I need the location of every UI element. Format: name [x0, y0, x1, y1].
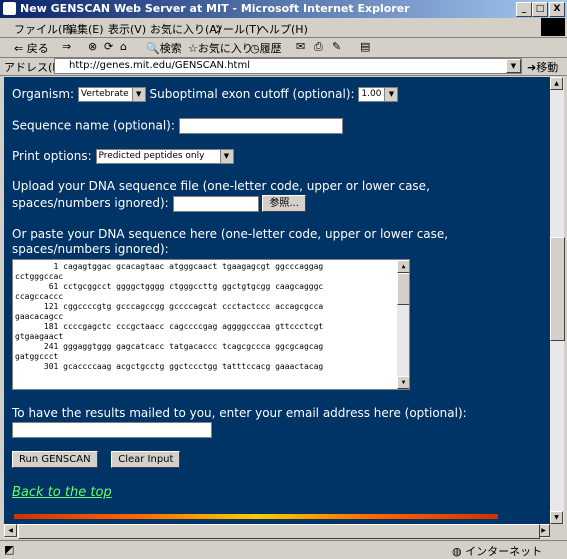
chevron-down-icon: ▼ — [219, 150, 233, 163]
discuss-icon[interactable]: ▤ — [360, 40, 370, 53]
back-to-top-row: Back to the top — [12, 485, 112, 500]
go-label: 移動 — [536, 61, 559, 74]
run-genscan-button[interactable]: Run GENSCAN — [12, 451, 98, 468]
go-button[interactable]: ➜移動 — [527, 59, 558, 75]
sequence-text: 1 cagagtggac gcacagtaac atgggcaact tgaag… — [15, 262, 324, 371]
go-arrow-icon: ➜ — [527, 61, 537, 74]
search-label: 検索 — [159, 42, 182, 55]
suboptimal-value: 1.00 — [361, 89, 382, 99]
toolbar: ⇐ 戻る ⇒ ⊗ ⟳ ⌂ 🔍検索 ☆お気に入り ◷履歴 ✉ ⎙ ✎ ▤ — [0, 37, 567, 58]
print-row: Print options: Predicted peptides only ▼ — [12, 149, 234, 164]
seqname-label: Sequence name (optional): — [12, 118, 175, 133]
paste-line1: Or paste your DNA sequence here (one-let… — [12, 227, 449, 241]
upload-line1: Upload your DNA sequence file (one-lette… — [12, 179, 430, 193]
print-icon[interactable]: ⎙ — [314, 40, 323, 54]
home-icon[interactable]: ⌂ — [120, 40, 127, 53]
organism-label: Organism: — [12, 87, 75, 101]
chevron-down-icon[interactable]: ▼ — [506, 59, 521, 73]
seqname-input[interactable] — [178, 118, 343, 134]
print-select[interactable]: Predicted peptides only ▼ — [95, 149, 234, 164]
history-label: 履歴 — [259, 42, 282, 55]
print-value: Predicted peptides only — [98, 151, 205, 161]
scroll-left-icon[interactable]: ◀ — [4, 524, 17, 537]
page-status-icon: ◩ — [4, 543, 15, 556]
address-input[interactable]: http://genes.mit.edu/GENSCAN.html — [54, 58, 522, 74]
chevron-down-icon: ▼ — [131, 88, 145, 101]
internet-zone: ◍ インターネット — [452, 543, 542, 559]
address-url: http://genes.mit.edu/GENSCAN.html — [69, 60, 250, 71]
scroll-up-icon[interactable]: ▲ — [397, 260, 409, 273]
mail-icon[interactable]: ✉ — [296, 40, 305, 53]
edit-icon[interactable]: ✎ — [332, 40, 341, 53]
menu-tools[interactable]: ツール(T) — [212, 21, 260, 37]
globe-icon: ◍ — [452, 545, 462, 558]
maximize-button[interactable]: □ — [532, 2, 548, 17]
forward-button[interactable]: ⇒ — [62, 40, 71, 53]
organism-value: Vertebrate — [80, 89, 129, 99]
menu-help[interactable]: ヘルプ(H) — [258, 21, 308, 37]
close-button[interactable]: X — [549, 2, 565, 17]
title-bar: New GENSCAN Web Server at MIT - Microsof… — [0, 0, 567, 18]
page-hscroll-thumb[interactable] — [18, 524, 540, 539]
chevron-down-icon: ▼ — [384, 88, 398, 101]
favorites-icon: ☆ — [188, 42, 198, 55]
scroll-up-icon[interactable]: ▲ — [550, 77, 563, 90]
page-content: Organism: Vertebrate ▼ Suboptimal exon cu… — [4, 77, 550, 524]
address-bar: アドレス(D) http://genes.mit.edu/GENSCAN.htm… — [0, 57, 567, 76]
organism-row: Organism: Vertebrate ▼ Suboptimal exon cu… — [12, 87, 399, 102]
menu-edit[interactable]: 編集(E) — [66, 21, 104, 37]
refresh-icon[interactable]: ⟳ — [104, 40, 113, 53]
minimize-button[interactable]: _ — [516, 2, 532, 17]
search-icon: 🔍 — [146, 42, 160, 55]
print-label: Print options: — [12, 149, 92, 163]
page-scroll-thumb[interactable] — [550, 237, 565, 341]
textarea-scroll-thumb[interactable] — [397, 273, 409, 305]
suboptimal-label: Suboptimal exon cutoff (optional): — [149, 87, 355, 101]
upload-row: spaces/numbers ignored): 参照... — [12, 195, 306, 212]
sequence-textarea[interactable]: 1 cagagtggac gcacagtaac atgggcaact tgaag… — [12, 259, 410, 390]
menu-bar: ファイル(F) 編集(E) 表示(V) お気に入り(A) ツール(T) ヘルプ(… — [0, 18, 567, 38]
windows-logo-icon — [541, 18, 565, 36]
browse-button[interactable]: 参照... — [262, 195, 306, 212]
email-label: To have the results mailed to you, enter… — [12, 406, 467, 420]
clear-input-button[interactable]: Clear Input — [111, 451, 181, 468]
paste-line2: spaces/numbers ignored): — [12, 242, 169, 256]
divider-bar — [14, 514, 498, 519]
favorites-button[interactable]: ☆お気に入り — [188, 40, 253, 56]
back-to-top-link[interactable]: Back to the top — [12, 485, 112, 500]
favorites-label: お気に入り — [197, 42, 253, 55]
window-title: New GENSCAN Web Server at MIT - Microsof… — [20, 2, 410, 15]
menu-view[interactable]: 表示(V) — [108, 21, 146, 37]
zone-label: インターネット — [465, 545, 543, 558]
organism-select[interactable]: Vertebrate ▼ — [77, 87, 146, 102]
scroll-down-icon[interactable]: ▼ — [397, 376, 409, 389]
scroll-down-icon[interactable]: ▼ — [550, 511, 563, 524]
menu-favorites[interactable]: お気に入り(A) — [150, 21, 221, 37]
history-button[interactable]: ◷履歴 — [250, 40, 282, 56]
upload-file-input[interactable] — [172, 195, 259, 212]
menu-file[interactable]: ファイル(F) — [14, 21, 73, 37]
suboptimal-select[interactable]: 1.00 ▼ — [358, 87, 399, 102]
email-row — [12, 422, 212, 438]
search-button[interactable]: 🔍検索 — [146, 40, 182, 56]
status-bar: ◩ ◍ インターネット — [0, 540, 567, 559]
buttons-row: Run GENSCAN Clear Input — [12, 451, 181, 468]
ie-icon — [3, 2, 16, 15]
seqname-row: Sequence name (optional): — [12, 118, 343, 134]
textarea-scrollbar[interactable]: ▲ ▼ — [397, 260, 409, 389]
email-input[interactable] — [12, 422, 212, 438]
history-icon: ◷ — [250, 42, 260, 55]
back-button[interactable]: ⇐ 戻る — [14, 40, 49, 56]
stop-icon[interactable]: ⊗ — [88, 40, 97, 53]
upload-line2: spaces/numbers ignored): — [12, 196, 169, 210]
